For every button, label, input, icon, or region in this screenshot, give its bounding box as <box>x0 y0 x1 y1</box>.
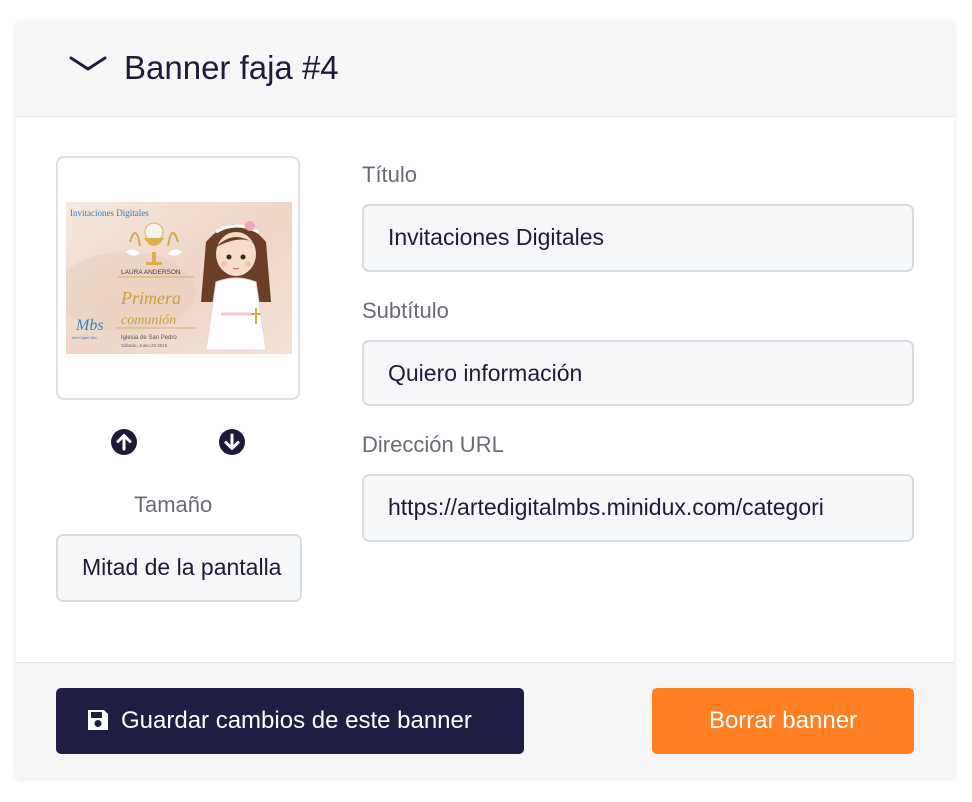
image-logo: Mbs <box>75 317 104 334</box>
card-title: Banner faja #4 <box>124 49 339 86</box>
image-logo-caption: Arte Digital Mbs <box>72 336 97 340</box>
subtitle-field-label: Subtítulo <box>362 298 449 323</box>
arrow-circle-up-icon[interactable] <box>110 428 138 456</box>
chevron-down-icon[interactable] <box>69 52 107 76</box>
subtitle-input[interactable]: Quiero información <box>362 340 914 406</box>
floppy-disk-icon <box>88 710 108 730</box>
girl-illustration <box>201 221 271 351</box>
banner-image-frame[interactable]: Invitaciones Digitales LAURA ANDERSON Pr… <box>56 156 300 400</box>
url-field-label: Dirección URL <box>362 432 504 457</box>
banner-card: Banner faja #4 Invitaciones Digitales LA… <box>16 22 954 778</box>
image-brand-text: Invitaciones Digitales <box>70 208 149 218</box>
banner-image: Invitaciones Digitales LAURA ANDERSON Pr… <box>66 202 292 354</box>
size-label: Tamaño <box>134 492 213 517</box>
image-date-text: Sábado, Junio 23 2019 <box>121 343 168 348</box>
title-input[interactable]: Invitaciones Digitales <box>362 204 914 272</box>
image-name-text: LAURA ANDERSON <box>121 269 181 276</box>
url-input[interactable]: https://artedigitalmbs.minidux.com/categ… <box>362 474 914 542</box>
image-place-text: Iglesia de San Pedro <box>121 335 177 341</box>
title-field-label: Título <box>362 162 418 187</box>
image-headline-2: comunión <box>121 313 176 328</box>
card-header: Banner faja #4 <box>16 22 954 117</box>
delete-button[interactable]: Borrar banner <box>652 688 914 754</box>
arrow-circle-down-icon[interactable] <box>218 428 246 456</box>
save-button-label: Guardar cambios de este banner <box>121 707 472 734</box>
save-button[interactable]: Guardar cambios de este banner <box>56 688 524 754</box>
size-select[interactable]: Mitad de la pantalla <box>56 534 302 602</box>
image-headline-1: Primera <box>120 288 181 308</box>
